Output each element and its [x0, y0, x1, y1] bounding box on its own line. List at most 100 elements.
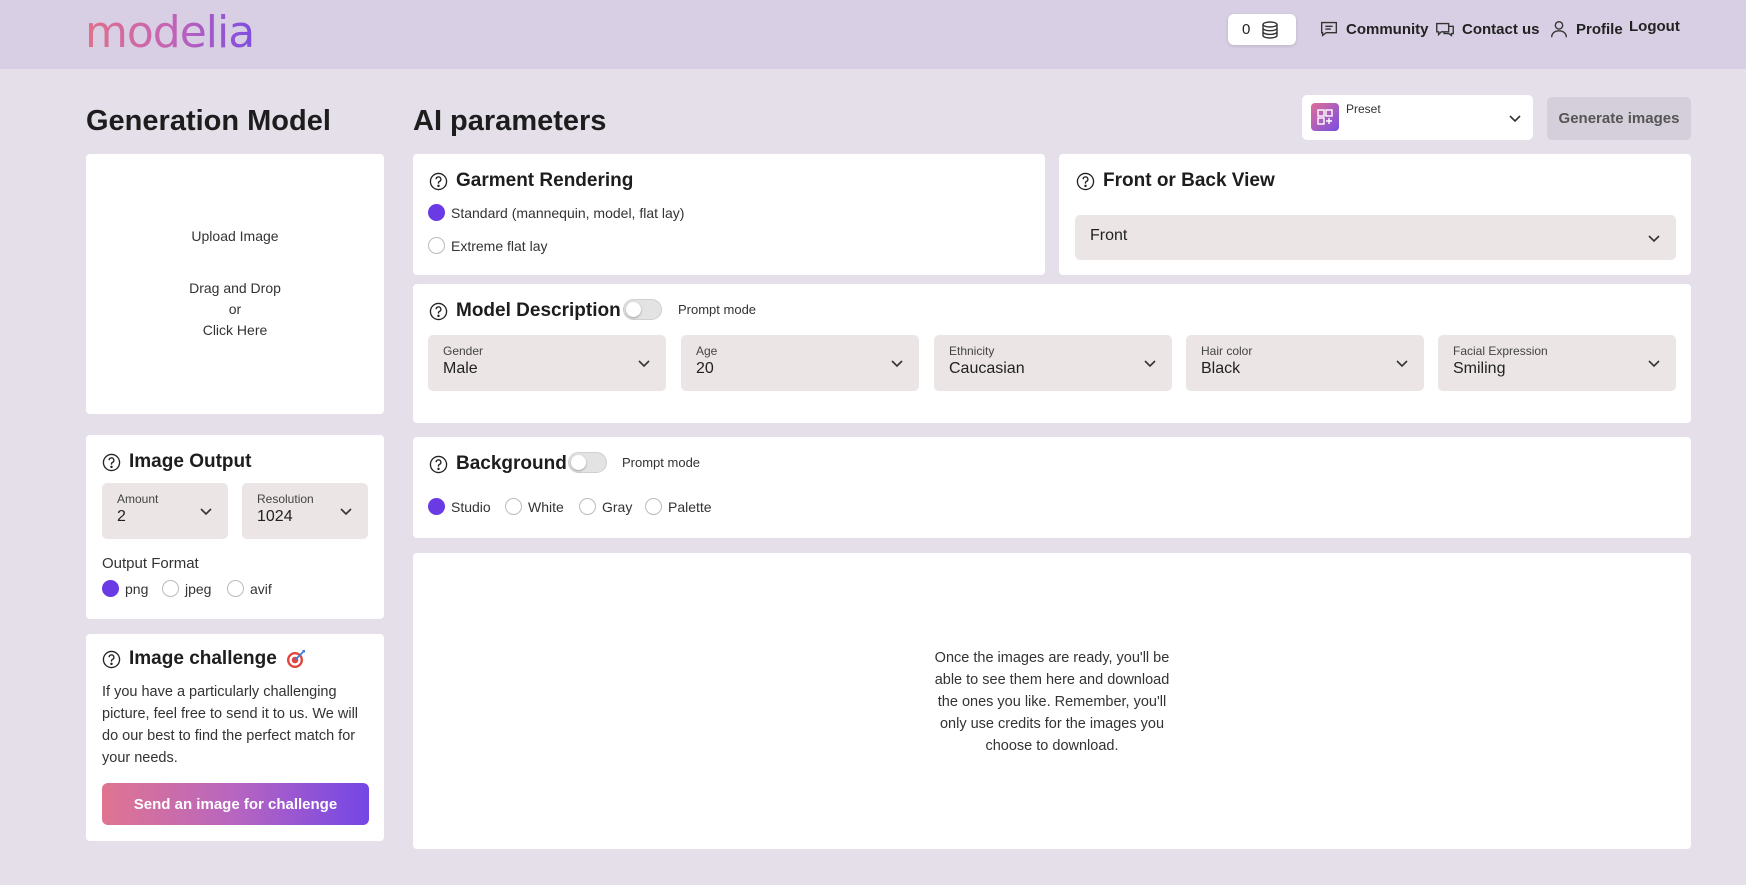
amount-label: Amount — [117, 492, 159, 506]
chevron-down-icon — [1648, 234, 1660, 242]
gender-value: Male — [443, 360, 478, 377]
send-challenge-button[interactable]: Send an image for challenge — [102, 783, 369, 825]
view-select[interactable]: Front — [1075, 215, 1676, 260]
nav-logout[interactable]: Logout — [1629, 18, 1680, 35]
chevron-down-icon — [891, 360, 903, 368]
image-output-heading: Image Output — [102, 451, 251, 473]
radio-selected[interactable] — [102, 580, 119, 597]
garment-option-extreme[interactable]: Extreme flat lay — [428, 237, 547, 254]
background-option-gray[interactable]: Gray — [579, 498, 632, 515]
view-heading: Front or Back View — [1076, 170, 1275, 192]
radio-unselected[interactable] — [227, 580, 244, 597]
background-studio-label: Studio — [451, 498, 491, 515]
background-prompt-mode-label: Prompt mode — [622, 455, 701, 470]
help-icon[interactable] — [429, 172, 448, 191]
image-challenge-text: If you have a particularly challenging p… — [102, 684, 359, 766]
format-option-avif[interactable]: avif — [227, 580, 272, 597]
preset-label: Preset — [1346, 102, 1381, 116]
radio-selected[interactable] — [428, 498, 445, 515]
view-value: Front — [1090, 227, 1128, 244]
background-heading: Background — [429, 453, 567, 475]
help-icon[interactable] — [1076, 172, 1095, 191]
help-icon[interactable] — [102, 650, 121, 669]
radio-unselected[interactable] — [579, 498, 596, 515]
help-icon[interactable] — [429, 302, 448, 321]
target-icon — [286, 650, 305, 668]
model-prompt-mode-label: Prompt mode — [678, 302, 757, 317]
nav-community[interactable]: Community — [1318, 18, 1429, 40]
radio-unselected[interactable] — [505, 498, 522, 515]
background-option-studio[interactable]: Studio — [428, 498, 491, 515]
upload-dropzone[interactable]: Upload Image Drag and Drop or Click Here — [86, 154, 384, 414]
facial-expression-select[interactable]: Facial Expression Smiling — [1438, 335, 1676, 391]
upload-label: Upload Image — [191, 228, 279, 244]
background-option-white[interactable]: White — [505, 498, 564, 515]
results-hint: Once the images are ready, you'll be abl… — [934, 650, 1170, 754]
format-option-png[interactable]: png — [102, 580, 148, 597]
results-area: Once the images are ready, you'll be abl… — [413, 553, 1691, 849]
format-avif-label: avif — [250, 580, 272, 597]
chevron-down-icon — [340, 508, 352, 516]
nav-logout-label: Logout — [1629, 18, 1680, 35]
user-icon — [1550, 20, 1568, 38]
background-gray-label: Gray — [602, 498, 633, 515]
garment-option-standard[interactable]: Standard (mannequin, model, flat lay) — [428, 204, 684, 221]
hair-color-label: Hair color — [1201, 344, 1253, 358]
help-icon[interactable] — [429, 455, 448, 474]
credits-badge[interactable]: 0 — [1228, 14, 1296, 45]
age-select[interactable]: Age 20 — [681, 335, 919, 391]
preset-select[interactable]: Preset — [1302, 95, 1533, 140]
radio-unselected[interactable] — [428, 237, 445, 254]
coins-icon — [1262, 20, 1279, 39]
image-output-card: Image Output Amount 2 Resolution 1024 Ou… — [86, 435, 384, 619]
nav-contact-label: Contact us — [1462, 20, 1540, 38]
background-title: Background — [456, 453, 567, 474]
model-description-heading: Model Description — [429, 300, 621, 322]
facial-expression-value: Smiling — [1453, 360, 1506, 377]
background-palette-label: Palette — [668, 498, 712, 515]
radio-unselected[interactable] — [162, 580, 179, 597]
ethnicity-select[interactable]: Ethnicity Caucasian — [934, 335, 1172, 391]
upload-hint: Drag and Drop or Click Here — [86, 278, 384, 341]
amount-select[interactable]: Amount 2 — [102, 483, 228, 539]
chevron-down-icon — [200, 508, 212, 516]
background-white-label: White — [528, 498, 564, 515]
view-card: Front or Back View Front — [1059, 154, 1691, 275]
ai-parameters-title: AI parameters — [413, 105, 607, 137]
radio-unselected[interactable] — [645, 498, 662, 515]
top-bar: modelia 0 Community Contact us Profile L… — [0, 0, 1746, 69]
resolution-select[interactable]: Resolution 1024 — [242, 483, 368, 539]
logo[interactable]: modelia — [85, 8, 255, 58]
model-prompt-mode-toggle[interactable] — [623, 299, 662, 320]
garment-extreme-label: Extreme flat lay — [451, 237, 548, 254]
generate-images-button[interactable]: Generate images — [1547, 97, 1691, 140]
chevron-down-icon — [638, 360, 650, 368]
nav-profile[interactable]: Profile — [1548, 18, 1623, 40]
facial-expression-label: Facial Expression — [1453, 344, 1548, 358]
background-prompt-mode-toggle[interactable] — [568, 452, 607, 473]
ethnicity-label: Ethnicity — [949, 344, 995, 358]
garment-rendering-heading: Garment Rendering — [429, 170, 633, 192]
background-option-palette[interactable]: Palette — [645, 498, 712, 515]
hair-color-value: Black — [1201, 360, 1241, 377]
chevron-down-icon — [1648, 360, 1660, 368]
radio-selected[interactable] — [428, 204, 445, 221]
chevron-down-icon — [1396, 360, 1408, 368]
nav-contact[interactable]: Contact us — [1434, 18, 1540, 40]
background-card: Background Prompt mode Studio White Gray… — [413, 437, 1691, 538]
gender-select[interactable]: Gender Male — [428, 335, 666, 391]
format-jpeg-label: jpeg — [185, 580, 212, 597]
age-value: 20 — [696, 360, 714, 377]
resolution-value: 1024 — [257, 508, 293, 525]
view-title: Front or Back View — [1103, 170, 1275, 191]
generation-model-title: Generation Model — [86, 105, 331, 137]
format-option-jpeg[interactable]: jpeg — [162, 580, 211, 597]
amount-value: 2 — [117, 508, 126, 525]
help-icon[interactable] — [102, 453, 121, 472]
chat-bubble-icon — [1320, 21, 1338, 37]
hair-color-select[interactable]: Hair color Black — [1186, 335, 1424, 391]
credits-count: 0 — [1242, 21, 1251, 38]
upload-click-text: Click Here — [202, 322, 268, 338]
format-png-label: png — [125, 580, 149, 597]
garment-standard-label: Standard (mannequin, model, flat lay) — [451, 204, 685, 221]
